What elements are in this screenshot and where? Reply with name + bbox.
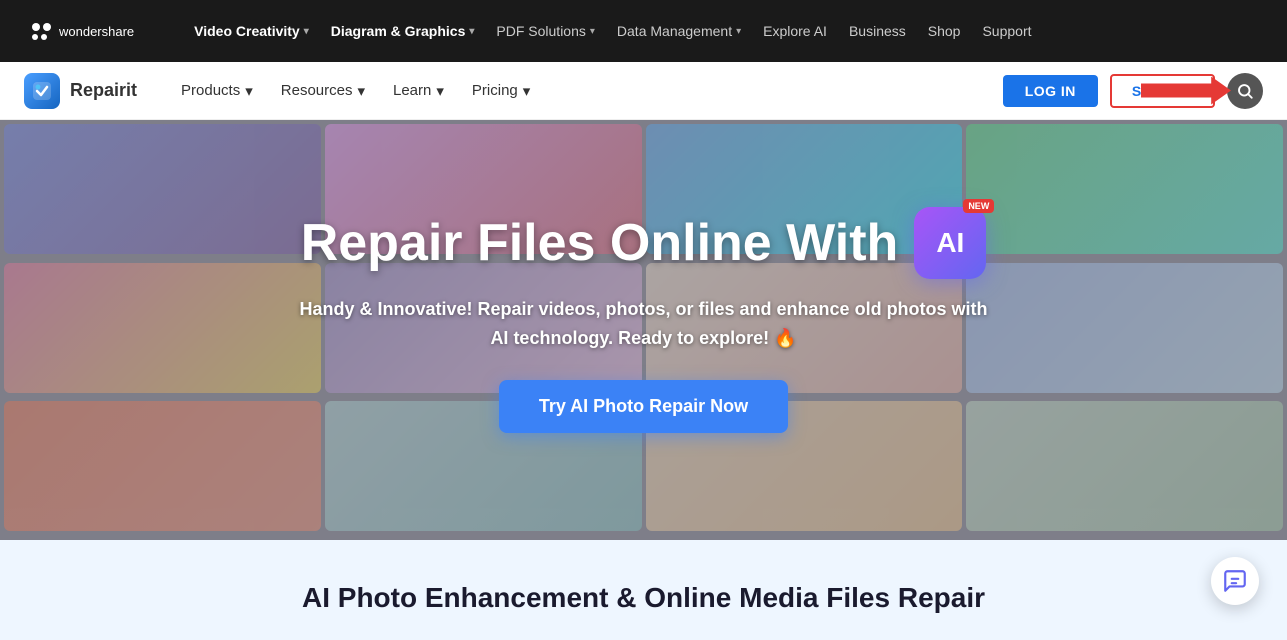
logo-dot-4 — [41, 34, 47, 40]
bg-tile — [4, 263, 321, 393]
chevron-down-icon: ▾ — [590, 26, 595, 37]
ai-badge: AI NEW — [914, 207, 986, 279]
hero-title: Repair Files Online With — [301, 213, 899, 273]
chat-support-button[interactable] — [1211, 557, 1259, 605]
top-nav-item-video-creativity[interactable]: Video Creativity ▾ — [186, 19, 317, 43]
chevron-down-icon: ▾ — [436, 82, 444, 100]
logo-dot-1 — [32, 23, 40, 31]
chevron-down-icon: ▾ — [523, 82, 531, 100]
logo-dot-3 — [32, 34, 38, 40]
top-nav-links: Video Creativity ▾ Diagram & Graphics ▾ … — [186, 19, 1255, 43]
chevron-down-icon: ▾ — [357, 82, 365, 100]
chevron-down-icon: ▾ — [469, 26, 474, 37]
chevron-down-icon: ▾ — [304, 26, 309, 37]
repairit-name: Repairit — [70, 80, 137, 101]
bg-tile — [4, 401, 321, 531]
hero-title-row: Repair Files Online With AI NEW — [301, 207, 987, 279]
sec-nav-pricing[interactable]: Pricing ▾ — [460, 76, 542, 106]
bg-tile — [4, 124, 321, 254]
brand-name: wondershare — [59, 24, 134, 39]
top-nav-item-explore-ai[interactable]: Explore AI — [755, 19, 835, 43]
top-nav-item-shop[interactable]: Shop — [920, 19, 969, 43]
top-nav-item-data-management[interactable]: Data Management ▾ — [609, 19, 749, 43]
chevron-down-icon: ▾ — [245, 82, 253, 100]
sec-nav-products[interactable]: Products ▾ — [169, 76, 265, 106]
top-nav-item-diagram-graphics[interactable]: Diagram & Graphics ▾ — [323, 19, 483, 43]
top-navigation: wondershare Video Creativity ▾ Diagram &… — [0, 0, 1287, 62]
new-badge: NEW — [963, 199, 994, 213]
sec-nav-learn[interactable]: Learn ▾ — [381, 76, 456, 106]
search-button[interactable] — [1227, 73, 1263, 109]
bg-tile — [966, 124, 1283, 254]
signup-button[interactable]: SIGN UP — [1110, 74, 1215, 108]
chevron-down-icon: ▾ — [736, 26, 741, 37]
login-button[interactable]: LOG IN — [1003, 75, 1098, 107]
hero-subtitle: Handy & Innovative! Repair videos, photo… — [294, 295, 994, 353]
bg-tile — [966, 401, 1283, 531]
secondary-navigation: Repairit Products ▾ Resources ▾ Learn ▾ … — [0, 62, 1287, 120]
repairit-brand[interactable]: Repairit — [24, 73, 137, 109]
try-ai-button[interactable]: Try AI Photo Repair Now — [499, 380, 788, 433]
sec-nav-links: Products ▾ Resources ▾ Learn ▾ Pricing ▾ — [169, 76, 1003, 106]
hero-section: Repair Files Online With AI NEW Handy & … — [0, 120, 1287, 540]
top-nav-item-pdf-solutions[interactable]: PDF Solutions ▾ — [488, 19, 603, 43]
brand-logo[interactable]: wondershare — [32, 23, 134, 40]
bg-tile — [966, 263, 1283, 393]
top-nav-item-support[interactable]: Support — [974, 19, 1039, 43]
bottom-section: AI Photo Enhancement & Online Media File… — [0, 540, 1287, 640]
logo-dot-2 — [43, 23, 51, 31]
repairit-icon — [24, 73, 60, 109]
top-nav-item-business[interactable]: Business — [841, 19, 914, 43]
sec-nav-actions: LOG IN SIGN UP — [1003, 73, 1263, 109]
sec-nav-resources[interactable]: Resources ▾ — [269, 76, 377, 106]
logo-icon — [32, 23, 51, 40]
bottom-section-title: AI Photo Enhancement & Online Media File… — [302, 582, 985, 614]
